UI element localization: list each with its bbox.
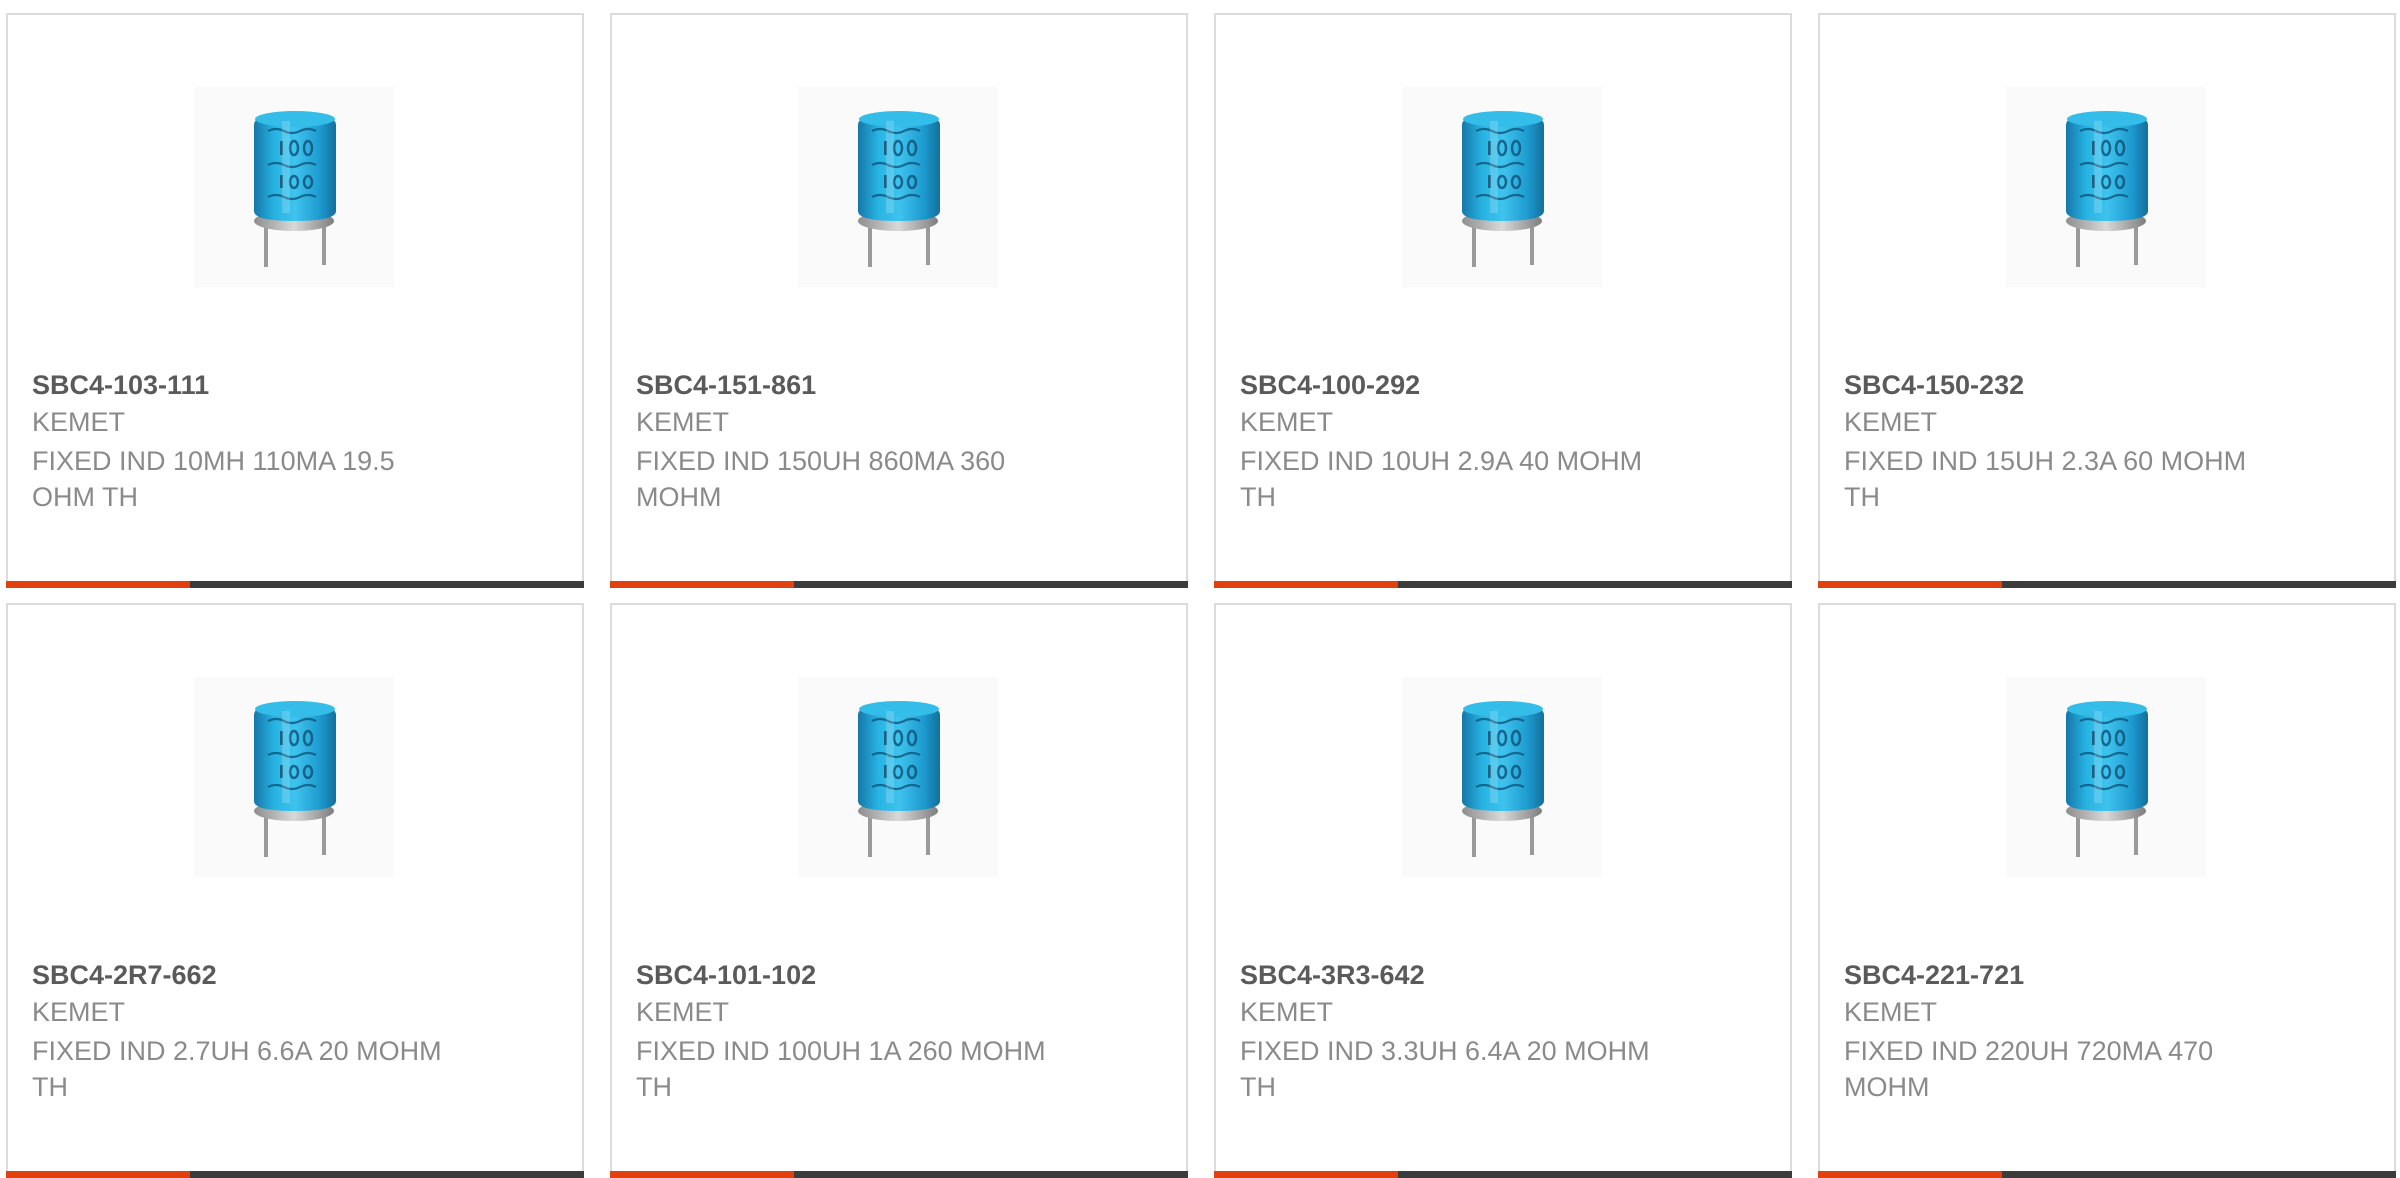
product-description: FIXED IND 15UH 2.3A 60 MOHM TH [1844, 446, 2247, 512]
product-card[interactable]: SBC4-100-292 KEMET FIXED IND 10UH 2.9A 4… [1214, 13, 1792, 588]
part-number[interactable]: SBC4-101-102 [636, 960, 816, 991]
card-accent [1818, 1171, 2002, 1178]
card-bottom-bar [6, 581, 584, 588]
product-card[interactable]: SBC4-151-861 KEMET FIXED IND 150UH 860MA… [610, 13, 1188, 588]
card-bottom-bar [610, 581, 1188, 588]
card-bottom-bar [6, 1171, 584, 1178]
product-description: FIXED IND 2.7UH 6.6A 20 MOHM TH [32, 1036, 442, 1102]
radial-inductor-icon [1402, 677, 1602, 877]
product-description: FIXED IND 10MH 110MA 19.5 OHM TH [32, 446, 395, 512]
product-card[interactable]: SBC4-150-232 KEMET FIXED IND 15UH 2.3A 6… [1818, 13, 2396, 588]
part-number[interactable]: SBC4-151-861 [636, 370, 816, 401]
manufacturer: KEMET [1240, 407, 1334, 437]
manufacturer: KEMET [636, 997, 730, 1027]
card-bottom-bar [610, 1171, 1188, 1178]
card-accent [610, 1171, 794, 1178]
product-description: FIXED IND 100UH 1A 260 MOHM TH [636, 1036, 1046, 1102]
card-accent [1818, 581, 2002, 588]
radial-inductor-icon [798, 87, 998, 287]
product-card[interactable]: SBC4-103-111 KEMET FIXED IND 10MH 110MA … [6, 13, 584, 588]
card-accent [1214, 1171, 1398, 1178]
product-card[interactable]: SBC4-2R7-662 KEMET FIXED IND 2.7UH 6.6A … [6, 603, 584, 1178]
radial-inductor-icon [194, 677, 394, 877]
radial-inductor-icon [798, 677, 998, 877]
manufacturer: KEMET [32, 997, 126, 1027]
part-number[interactable]: SBC4-100-292 [1240, 370, 1420, 401]
manufacturer: KEMET [1844, 997, 1938, 1027]
product-card[interactable]: SBC4-221-721 KEMET FIXED IND 220UH 720MA… [1818, 603, 2396, 1178]
manufacturer: KEMET [32, 407, 126, 437]
card-accent [1214, 581, 1398, 588]
card-bottom-bar [1818, 581, 2396, 588]
product-description: FIXED IND 10UH 2.9A 40 MOHM TH [1240, 446, 1643, 512]
radial-inductor-icon [1402, 87, 1602, 287]
card-accent [6, 581, 190, 588]
manufacturer: KEMET [1240, 997, 1334, 1027]
part-number[interactable]: SBC4-221-721 [1844, 960, 2024, 991]
radial-inductor-icon [2006, 87, 2206, 287]
part-number[interactable]: SBC4-103-111 [32, 370, 209, 401]
part-number[interactable]: SBC4-2R7-662 [32, 960, 217, 991]
product-grid: SBC4-103-111 KEMET FIXED IND 10MH 110MA … [0, 0, 2400, 1178]
product-card[interactable]: SBC4-3R3-642 KEMET FIXED IND 3.3UH 6.4A … [1214, 603, 1792, 1178]
card-bottom-bar [1214, 581, 1792, 588]
card-bottom-bar [1818, 1171, 2396, 1178]
product-description: FIXED IND 220UH 720MA 470 MOHM [1844, 1036, 2214, 1102]
manufacturer: KEMET [636, 407, 730, 437]
product-card[interactable]: SBC4-101-102 KEMET FIXED IND 100UH 1A 26… [610, 603, 1188, 1178]
card-bottom-bar [1214, 1171, 1792, 1178]
card-accent [6, 1171, 190, 1178]
product-description: FIXED IND 3.3UH 6.4A 20 MOHM TH [1240, 1036, 1650, 1102]
product-description: FIXED IND 150UH 860MA 360 MOHM [636, 446, 1006, 512]
part-number[interactable]: SBC4-150-232 [1844, 370, 2024, 401]
radial-inductor-icon [194, 87, 394, 287]
radial-inductor-icon [2006, 677, 2206, 877]
part-number[interactable]: SBC4-3R3-642 [1240, 960, 1425, 991]
manufacturer: KEMET [1844, 407, 1938, 437]
card-accent [610, 581, 794, 588]
